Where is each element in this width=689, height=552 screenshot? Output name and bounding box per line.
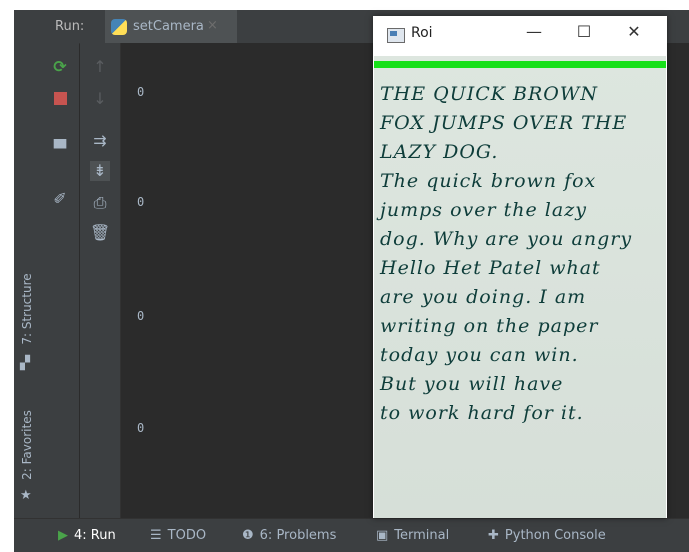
rerun-icon[interactable]: ⟳ [50, 57, 70, 77]
run-tab-label: setCamera [133, 19, 204, 34]
run-toolbar-primary: ⟳ ▀ ✐ [39, 43, 79, 518]
bottom-tab-run[interactable]: ▶ 4: Run [58, 528, 116, 543]
soft-wrap-icon[interactable]: ⇉ [90, 131, 110, 151]
scroll-to-end-icon[interactable]: ⇟ [90, 161, 110, 181]
handwritten-line: today you can win. [380, 344, 579, 366]
roi-window-title: Roi [411, 25, 433, 41]
favorites-tab-label: 2: Favorites [20, 410, 34, 480]
restore-layout-icon[interactable]: ▀ [50, 139, 70, 159]
terminal-icon: ▣ [376, 528, 389, 543]
stop-icon[interactable] [50, 89, 70, 109]
left-tool-strip: 7: Structure ▞ 2: Favorites ★ [14, 10, 40, 518]
bottom-tab-python-console-label: Python Console [504, 528, 606, 543]
bottom-tab-run-label: 4: Run [74, 528, 116, 543]
minimize-icon[interactable]: — [519, 22, 549, 41]
roi-window[interactable]: Roi — ☐ ✕ THE QUICK BROWN FOX JUMPS OVER… [373, 16, 667, 518]
console-line: 0 [137, 309, 145, 323]
handwritten-line: to work hard for it. [380, 402, 584, 424]
handwritten-line: THE QUICK BROWN [380, 83, 599, 105]
bottom-tool-bar: ▶ 4: Run ☰ TODO ❶ 6: Problems ▣ Terminal ✚ Py… [14, 518, 689, 552]
handwritten-line: But you will have [380, 373, 564, 395]
structure-tool-tab[interactable]: 7: Structure ▞ [17, 272, 36, 371]
favorites-tool-tab[interactable]: 2: Favorites ★ [17, 408, 36, 508]
bottom-tab-terminal-label: Terminal [394, 528, 450, 543]
handwritten-text-block: THE QUICK BROWN FOX JUMPS OVER THE LAZY … [380, 80, 666, 428]
run-tab-setcamera[interactable]: setCamera × [105, 10, 237, 46]
up-arrow-icon[interactable]: ↑ [90, 57, 110, 77]
bottom-tab-terminal[interactable]: ▣ Terminal [376, 528, 449, 543]
handwritten-line: The quick brown fox [380, 170, 597, 192]
handwritten-line: LAZY DOG. [380, 141, 499, 163]
window-app-icon [387, 28, 405, 43]
roi-green-border [374, 61, 666, 68]
run-label: Run: [55, 19, 85, 34]
run-icon: ▶ [58, 528, 68, 543]
down-arrow-icon[interactable]: ↓ [90, 89, 110, 109]
maximize-icon[interactable]: ☐ [569, 22, 599, 41]
handwritten-line: are you doing. I am [380, 286, 587, 308]
roi-title-bar[interactable]: Roi — ☐ ✕ [373, 16, 667, 56]
handwritten-line: jumps over the lazy [380, 199, 587, 221]
bottom-tab-python-console[interactable]: ✚ Python Console [488, 528, 606, 543]
print-icon[interactable]: ⎙ [90, 193, 110, 213]
todo-icon: ☰ [150, 528, 162, 543]
handwritten-line: Hello Het Patel what [380, 257, 601, 279]
bottom-tab-todo-label: TODO [167, 528, 207, 543]
star-icon: ★ [20, 488, 32, 503]
python-console-icon: ✚ [488, 528, 499, 543]
problems-icon: ❶ [242, 528, 254, 543]
pin-icon[interactable]: ✐ [50, 189, 70, 209]
structure-tab-label: 7: Structure [20, 273, 34, 345]
close-icon[interactable]: ✕ [619, 22, 649, 41]
bottom-tab-problems[interactable]: ❶ 6: Problems [242, 528, 336, 543]
handwritten-line: FOX JUMPS OVER THE [380, 112, 628, 134]
roi-image-canvas: THE QUICK BROWN FOX JUMPS OVER THE LAZY … [374, 56, 666, 518]
handwritten-line: dog. Why are you angry [380, 228, 633, 250]
close-tab-icon[interactable]: × [207, 18, 218, 33]
handwritten-line: writing on the paper [380, 315, 599, 337]
bottom-tab-problems-label: 6: Problems [259, 528, 337, 543]
console-line: 0 [137, 421, 145, 435]
console-line: 0 [137, 85, 145, 99]
structure-icon: ▞ [20, 356, 30, 371]
console-line: 0 [137, 195, 145, 209]
run-toolbar-secondary: ↑ ↓ ⇉ ⇟ ⎙ 🗑 [80, 43, 121, 518]
bottom-tab-todo[interactable]: ☰ TODO [150, 528, 206, 543]
python-icon [111, 19, 127, 35]
trash-icon[interactable]: 🗑 [90, 223, 110, 243]
